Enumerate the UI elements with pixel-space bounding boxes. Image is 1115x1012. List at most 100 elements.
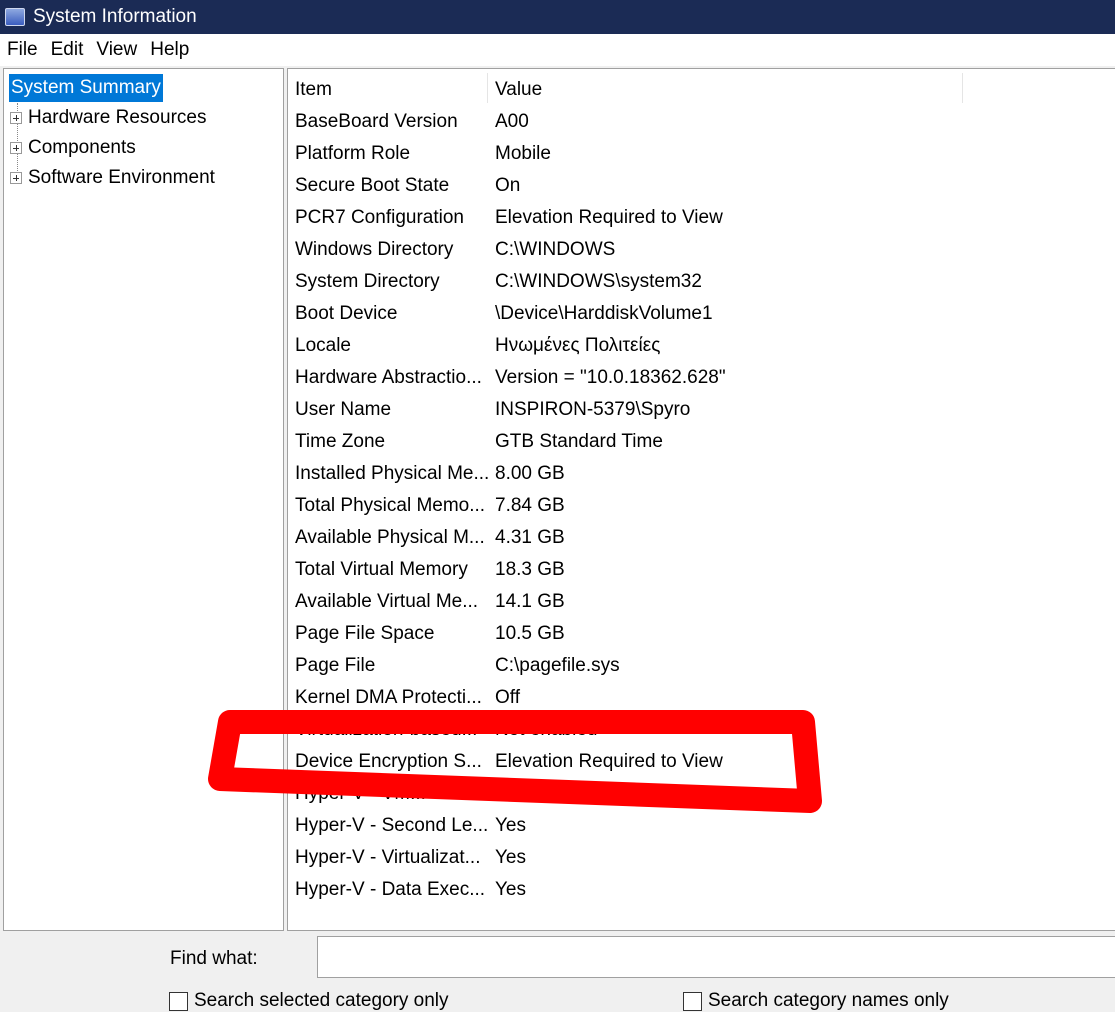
- value-cell: 4.31 GB: [495, 527, 565, 548]
- menu-file[interactable]: File: [7, 39, 38, 61]
- value-cell: Version = "10.0.18362.628": [495, 367, 726, 388]
- value-cell: 14.1 GB: [495, 591, 565, 612]
- table-row[interactable]: Available Physical M... 4.31 GB: [288, 523, 1115, 555]
- item-cell: Page File Space: [295, 623, 435, 644]
- column-divider[interactable]: [487, 73, 488, 103]
- table-row[interactable]: Hardware Abstractio... Version = "10.0.18…: [288, 363, 1115, 395]
- value-cell: Yes: [495, 879, 526, 900]
- table-row[interactable]: Total Physical Memo... 7.84 GB: [288, 491, 1115, 523]
- table-header: Item Value: [288, 69, 1115, 105]
- table-row[interactable]: Time Zone GTB Standard Time: [288, 427, 1115, 459]
- table-row[interactable]: Locale Ηνωμένες Πολιτείες: [288, 331, 1115, 363]
- item-cell: Time Zone: [295, 431, 386, 452]
- table-row[interactable]: Hyper-V - Second Le... Yes: [288, 811, 1115, 843]
- tree-item-components[interactable]: Components: [10, 134, 136, 162]
- column-header-value[interactable]: Value: [495, 79, 542, 101]
- system-information-icon: [5, 8, 25, 26]
- item-cell: Page File: [295, 655, 376, 676]
- table-row[interactable]: Available Virtual Me... 14.1 GB: [288, 587, 1115, 619]
- table-row[interactable]: Page File Space 10.5 GB: [288, 619, 1115, 651]
- menu-edit[interactable]: Edit: [51, 39, 84, 61]
- find-what-input[interactable]: [317, 936, 1115, 978]
- item-cell: User Name: [295, 399, 392, 420]
- item-cell: Hyper-V - Data Exec...: [295, 879, 486, 900]
- column-divider[interactable]: [962, 73, 963, 103]
- table-row[interactable]: BaseBoard Version A00: [288, 107, 1115, 139]
- value-cell: A00: [495, 111, 529, 132]
- table-row[interactable]: Total Virtual Memory 18.3 GB: [288, 555, 1115, 587]
- value-cell: C:\WINDOWS: [495, 239, 616, 260]
- table-row[interactable]: Hyper-V - Data Exec... Yes: [288, 875, 1115, 907]
- item-cell: Windows Directory: [295, 239, 454, 260]
- table-row[interactable]: Secure Boot State On: [288, 171, 1115, 203]
- search-category-names-checkbox[interactable]: Search category names only: [683, 990, 949, 1012]
- tree-label: Software Environment: [28, 167, 215, 188]
- checkbox-icon[interactable]: [169, 991, 188, 1011]
- checkbox-icon[interactable]: [683, 991, 702, 1011]
- value-cell: Mobile: [495, 143, 551, 164]
- value-cell: 7.84 GB: [495, 495, 565, 516]
- table-row[interactable]: Installed Physical Me... 8.00 GB: [288, 459, 1115, 491]
- expand-icon[interactable]: [10, 172, 22, 184]
- value-cell: Elevation Required to View: [495, 751, 723, 772]
- menu-bar: File Edit View Help: [0, 34, 1115, 66]
- item-cell: Hyper-V - VM...: [295, 783, 426, 804]
- tree-label: Components: [28, 137, 136, 158]
- value-cell: \Device\HarddiskVolume1: [495, 303, 713, 324]
- value-cell: Off: [495, 687, 520, 708]
- item-cell: Available Physical M...: [295, 527, 485, 548]
- menu-view[interactable]: View: [96, 39, 137, 61]
- checkbox-label: Search category names only: [708, 990, 949, 1011]
- item-cell: Available Virtual Me...: [295, 591, 479, 612]
- table-row[interactable]: Hyper-V - Virtualizat... Yes: [288, 843, 1115, 875]
- value-cell: Yes: [495, 815, 526, 836]
- title-bar: System Information: [0, 0, 1115, 34]
- value-cell: Yes: [495, 847, 526, 868]
- table-row[interactable]: Virtualization-based... Not enabled: [288, 715, 1115, 747]
- column-header-item[interactable]: Item: [295, 79, 332, 101]
- menu-help[interactable]: Help: [150, 39, 189, 61]
- value-cell: 18.3 GB: [495, 559, 565, 580]
- expand-icon[interactable]: [10, 142, 22, 154]
- value-cell: C:\pagefile.sys: [495, 655, 620, 676]
- item-cell: Virtualization-based...: [295, 719, 478, 740]
- table-row[interactable]: Kernel DMA Protecti... Off: [288, 683, 1115, 715]
- item-cell: Installed Physical Me...: [295, 463, 490, 484]
- value-cell: C:\WINDOWS\system32: [495, 271, 702, 292]
- value-cell: Ηνωμένες Πολιτείες: [495, 335, 661, 356]
- table-row[interactable]: User Name INSPIRON-5379\Spyro: [288, 395, 1115, 427]
- value-cell: 10.5 GB: [495, 623, 565, 644]
- search-selected-category-checkbox[interactable]: Search selected category only: [169, 990, 449, 1012]
- value-cell: Not enabled: [495, 719, 598, 740]
- value-cell: 8.00 GB: [495, 463, 565, 484]
- table-row[interactable]: System Directory C:\WINDOWS\system32: [288, 267, 1115, 299]
- category-tree: System Summary Hardware Resources Compon…: [3, 68, 284, 931]
- checkbox-label: Search selected category only: [194, 990, 449, 1011]
- tree-item-software-environment[interactable]: Software Environment: [10, 164, 215, 192]
- tree-item-hardware-resources[interactable]: Hardware Resources: [10, 104, 206, 132]
- value-cell: GTB Standard Time: [495, 431, 663, 452]
- find-what-label: Find what:: [170, 948, 258, 969]
- item-cell: PCR7 Configuration: [295, 207, 464, 228]
- table-row[interactable]: Boot Device \Device\HarddiskVolume1: [288, 299, 1115, 331]
- item-cell: Hardware Abstractio...: [295, 367, 482, 388]
- item-cell: Kernel DMA Protecti...: [295, 687, 482, 708]
- item-cell: Device Encryption S...: [295, 751, 482, 772]
- table-row[interactable]: Windows Directory C:\WINDOWS: [288, 235, 1115, 267]
- table-row[interactable]: Device Encryption S... Elevation Required…: [288, 747, 1115, 779]
- table-row[interactable]: PCR7 Configuration Elevation Required to …: [288, 203, 1115, 235]
- item-cell: BaseBoard Version: [295, 111, 458, 132]
- item-cell: Hyper-V - Second Le...: [295, 815, 489, 836]
- item-cell: Total Virtual Memory: [295, 559, 468, 580]
- tree-item-system-summary[interactable]: System Summary: [9, 74, 163, 102]
- details-table: Item Value BaseBoard Version A00 Platform …: [287, 68, 1115, 931]
- item-cell: Secure Boot State: [295, 175, 450, 196]
- value-cell: INSPIRON-5379\Spyro: [495, 399, 691, 420]
- expand-icon[interactable]: [10, 112, 22, 124]
- item-cell: Boot Device: [295, 303, 398, 324]
- table-row[interactable]: Hyper-V - VM...: [288, 779, 1115, 811]
- table-row[interactable]: Page File C:\pagefile.sys: [288, 651, 1115, 683]
- value-cell: Elevation Required to View: [495, 207, 723, 228]
- table-row[interactable]: Platform Role Mobile: [288, 139, 1115, 171]
- item-cell: System Directory: [295, 271, 440, 292]
